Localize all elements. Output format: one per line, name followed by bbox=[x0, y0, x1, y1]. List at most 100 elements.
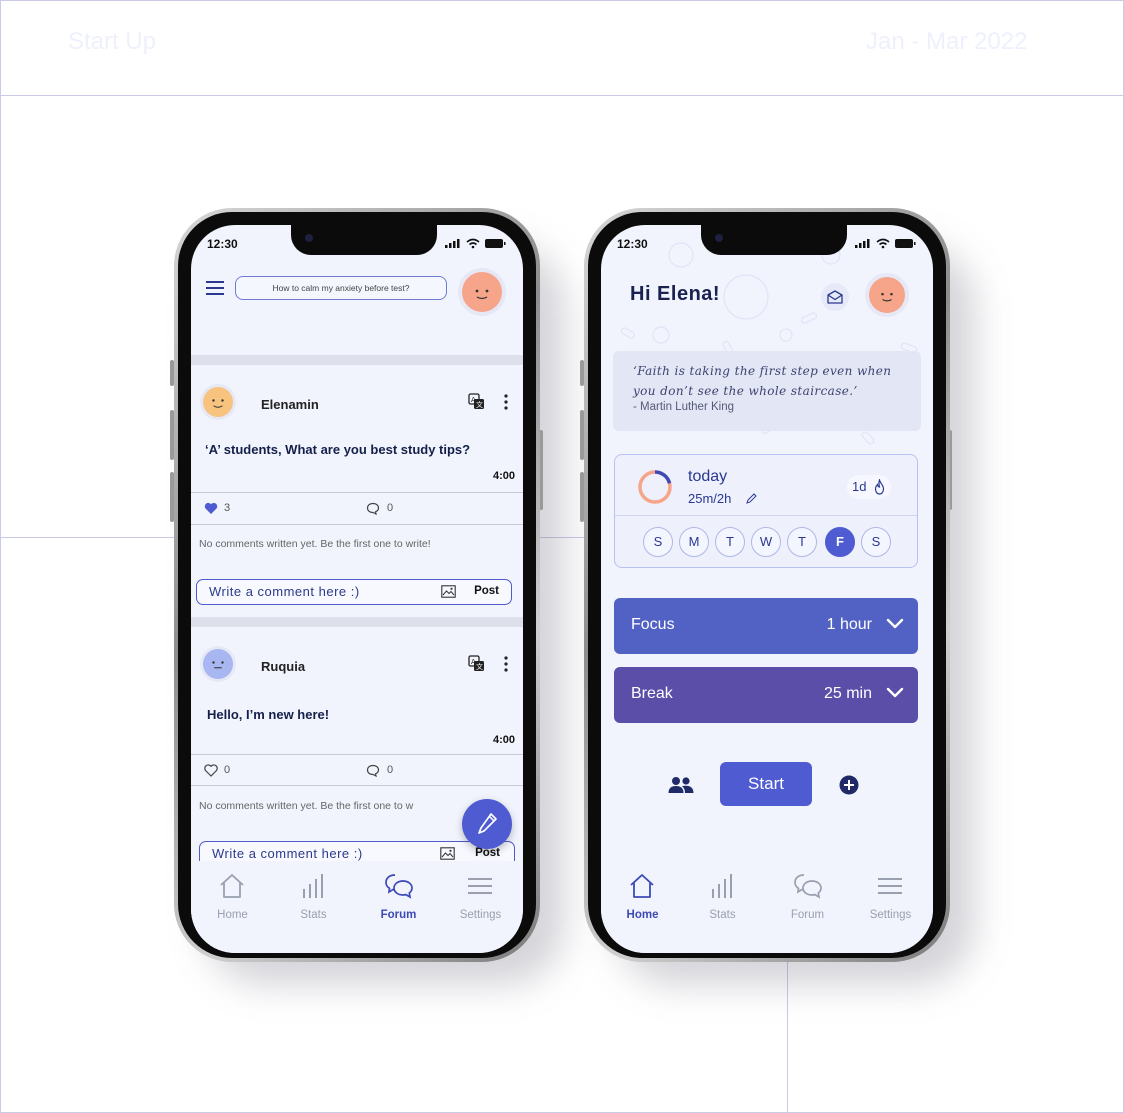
more-options-icon[interactable] bbox=[504, 656, 508, 672]
no-comments-text: No comments written yet. Be the first on… bbox=[199, 800, 414, 812]
day-monday[interactable]: M bbox=[679, 527, 709, 557]
nav-label: Forum bbox=[790, 909, 825, 921]
compose-post-button[interactable] bbox=[462, 799, 512, 849]
heart-filled-icon[interactable] bbox=[204, 502, 218, 515]
status-time: 12:30 bbox=[617, 237, 648, 251]
nav-forum[interactable]: Forum bbox=[357, 861, 440, 921]
user-avatar[interactable] bbox=[462, 272, 502, 312]
progress-text: 25m/2h bbox=[688, 491, 732, 506]
more-options-icon[interactable] bbox=[504, 394, 508, 410]
pencil-icon bbox=[478, 813, 497, 834]
day-thursday[interactable]: T bbox=[787, 527, 817, 557]
nav-label: Settings bbox=[459, 909, 502, 921]
post-text: Hello, I’m new here! bbox=[207, 707, 330, 722]
phone-notch bbox=[291, 225, 437, 255]
translate-icon[interactable]: A文 bbox=[468, 655, 485, 672]
nav-home[interactable]: Home bbox=[601, 861, 684, 921]
nav-label: Stats bbox=[709, 909, 736, 921]
comment-placeholder: Write a comment here :) bbox=[209, 584, 360, 599]
status-time: 12:30 bbox=[207, 237, 238, 251]
forum-icon bbox=[794, 874, 822, 899]
comment-input[interactable]: Write a comment here :) Post bbox=[196, 579, 512, 605]
post-author-name[interactable]: Ruquia bbox=[261, 659, 305, 674]
image-icon[interactable] bbox=[441, 585, 456, 598]
focus-label: Focus bbox=[631, 616, 675, 633]
edit-icon[interactable] bbox=[746, 493, 757, 504]
bottom-nav: Home Stats Forum Settings bbox=[191, 861, 523, 953]
day-wednesday[interactable]: W bbox=[751, 527, 781, 557]
focus-value: 1 hour bbox=[826, 616, 872, 633]
svg-text:文: 文 bbox=[476, 662, 483, 671]
camera-icon bbox=[305, 234, 313, 242]
heart-outline-icon[interactable] bbox=[204, 764, 218, 777]
translate-icon[interactable]: A文 bbox=[468, 393, 485, 410]
focus-selector[interactable]: Focus 1 hour bbox=[614, 598, 918, 654]
divider bbox=[615, 515, 917, 516]
day-sunday[interactable]: S bbox=[643, 527, 673, 557]
post-time: 4:00 bbox=[492, 470, 515, 482]
day-saturday[interactable]: S bbox=[861, 527, 891, 557]
hamburger-menu-icon[interactable] bbox=[206, 281, 224, 295]
forum-icon bbox=[385, 874, 413, 899]
nav-home[interactable]: Home bbox=[191, 861, 274, 921]
chevron-down-icon bbox=[886, 687, 904, 698]
nav-settings[interactable]: Settings bbox=[439, 861, 522, 921]
nav-label: Home bbox=[626, 909, 659, 921]
group-users-icon[interactable] bbox=[668, 776, 694, 794]
post-button[interactable]: Post bbox=[474, 585, 499, 597]
search-input[interactable]: How to calm my anxiety before test? bbox=[235, 276, 447, 300]
break-label: Break bbox=[631, 685, 673, 702]
home-icon bbox=[630, 874, 654, 898]
inbox-button[interactable] bbox=[821, 283, 849, 311]
stats-icon bbox=[712, 874, 732, 898]
page-header: Start Up Jan - Mar 2022 bbox=[0, 0, 1124, 95]
comment-icon[interactable] bbox=[366, 502, 380, 515]
divider bbox=[191, 754, 523, 755]
nav-label: Home bbox=[217, 909, 248, 921]
post-author-name[interactable]: Elenamin bbox=[261, 397, 319, 412]
user-avatar[interactable] bbox=[869, 277, 905, 313]
start-button[interactable]: Start bbox=[720, 762, 812, 806]
today-title: today bbox=[688, 468, 728, 485]
image-icon[interactable] bbox=[440, 847, 455, 860]
bottom-nav: Home Stats Forum Settings bbox=[601, 861, 933, 953]
project-title: Start Up bbox=[68, 28, 157, 55]
day-tuesday[interactable]: T bbox=[715, 527, 745, 557]
break-selector[interactable]: Break 25 min bbox=[614, 667, 918, 723]
divider bbox=[191, 492, 523, 493]
camera-icon bbox=[715, 234, 723, 242]
nav-label: Forum bbox=[380, 909, 417, 921]
nav-settings[interactable]: Settings bbox=[849, 861, 932, 921]
today-progress: 25m/2h bbox=[688, 491, 731, 506]
post-time: 4:00 bbox=[492, 734, 515, 746]
nav-forum[interactable]: Forum bbox=[766, 861, 849, 921]
quote-text: ‘Faith is taking the first step even whe… bbox=[633, 364, 892, 398]
phone-notch bbox=[701, 225, 847, 255]
project-period: Jan - Mar 2022 bbox=[866, 28, 1028, 55]
streak-count: 1d bbox=[852, 479, 867, 494]
chevron-down-icon bbox=[886, 618, 904, 629]
smiley-face-icon bbox=[212, 661, 224, 669]
like-count: 3 bbox=[224, 502, 231, 514]
forum-screen: 12:30 How to calm my anxiety before test… bbox=[191, 225, 523, 953]
nav-stats[interactable]: Stats bbox=[681, 861, 764, 921]
settings-menu-icon bbox=[878, 878, 902, 894]
divider bbox=[191, 785, 523, 786]
post-author-avatar[interactable] bbox=[203, 387, 233, 417]
like-count: 0 bbox=[224, 764, 231, 776]
quote-author: - Martin Luther King bbox=[633, 401, 734, 413]
comment-icon[interactable] bbox=[366, 764, 380, 777]
break-value: 25 min bbox=[823, 685, 872, 702]
today-card: today 25m/2h 1d S M T W T F S bbox=[614, 454, 918, 568]
flame-icon bbox=[874, 479, 885, 495]
nav-stats[interactable]: Stats bbox=[272, 861, 355, 921]
home-screen: 12:30 Hi Elena! ‘Faith is taking the fir… bbox=[601, 225, 933, 953]
settings-menu-icon bbox=[468, 878, 492, 894]
day-friday[interactable]: F bbox=[825, 527, 855, 557]
add-circle-icon[interactable] bbox=[839, 775, 859, 795]
post-separator bbox=[191, 355, 523, 365]
status-icons bbox=[855, 238, 916, 249]
nav-label: Settings bbox=[869, 909, 912, 921]
post-author-avatar[interactable] bbox=[203, 649, 233, 679]
home-icon bbox=[220, 874, 244, 898]
